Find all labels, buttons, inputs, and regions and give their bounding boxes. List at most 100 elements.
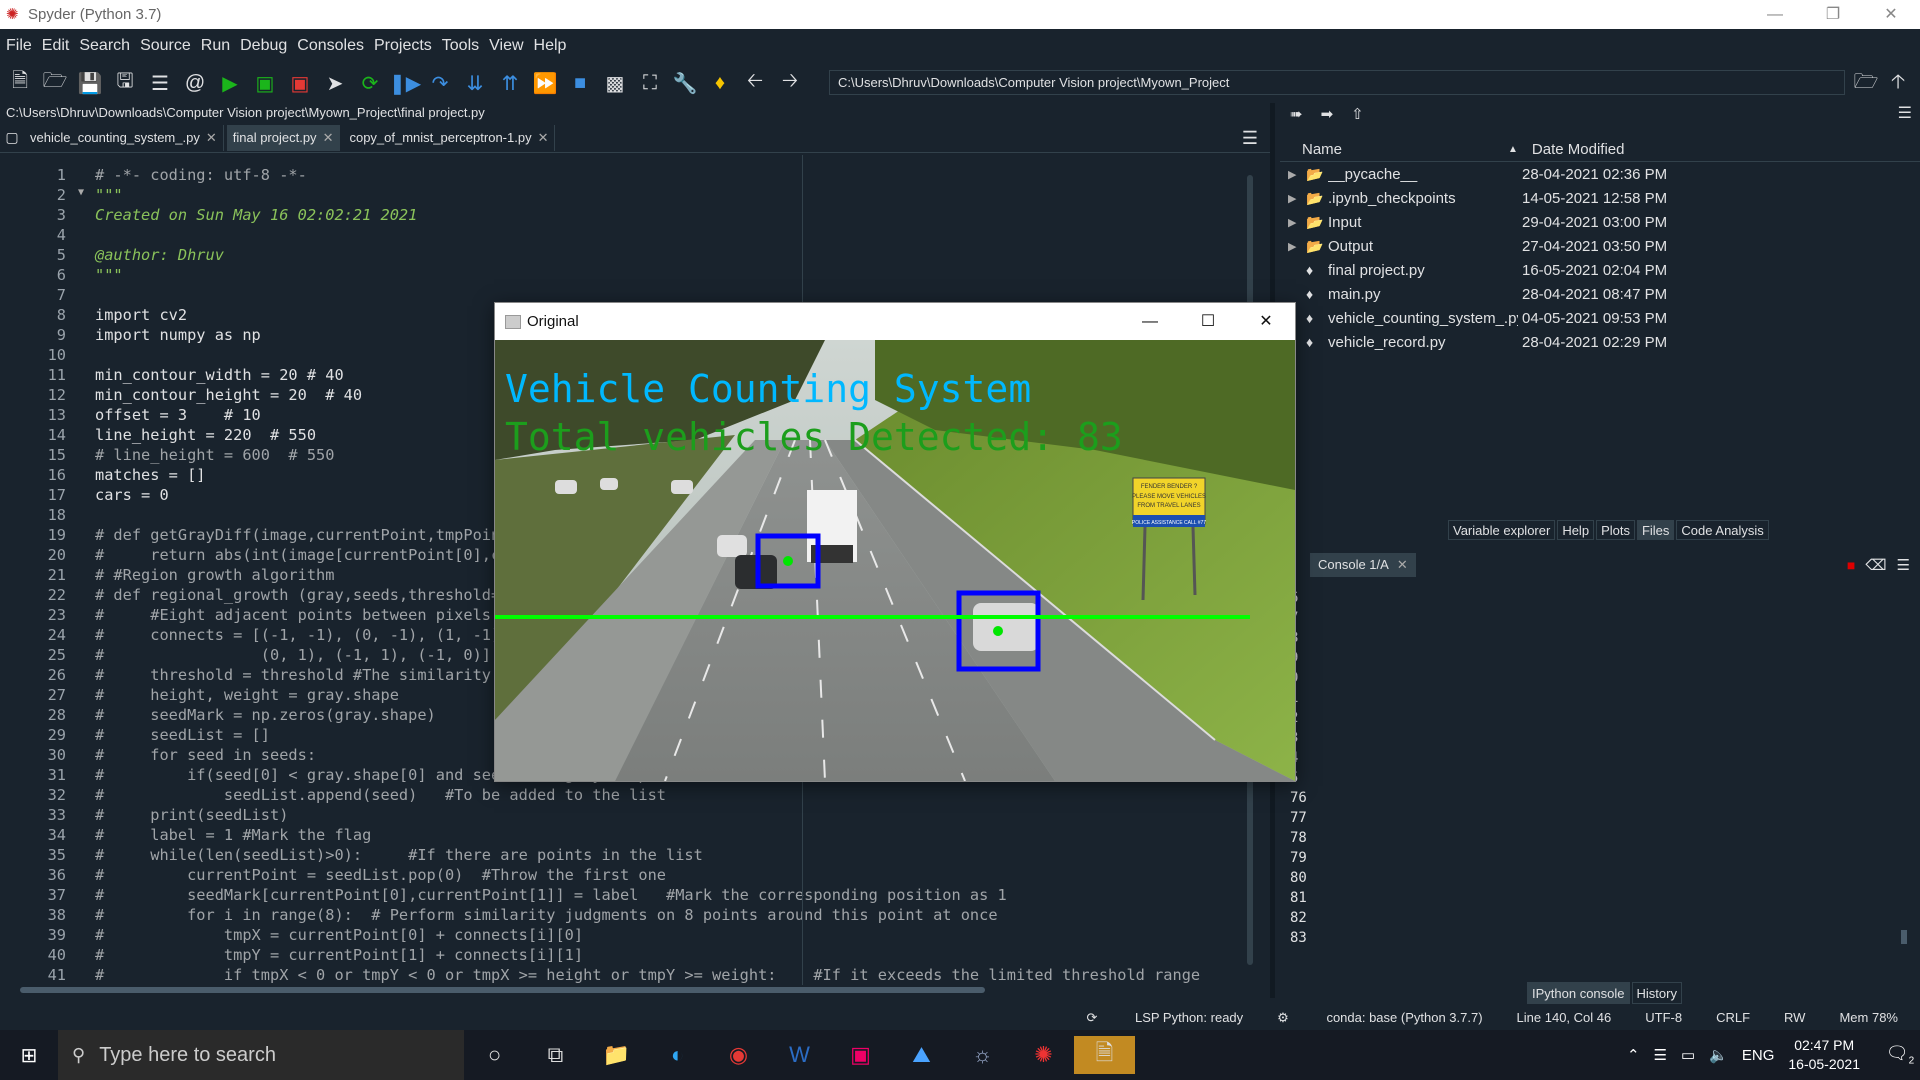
new-file-icon[interactable]: 🗎 <box>6 69 34 97</box>
console-tab[interactable]: Console 1/A ✕ <box>1310 553 1416 577</box>
file-explorer-icon[interactable]: 📁 <box>586 1042 647 1068</box>
minimize-button[interactable]: — <box>1746 0 1804 29</box>
editor-horizontal-scrollbar[interactable] <box>20 985 1240 995</box>
python-icon[interactable]: ♦ <box>706 69 734 97</box>
original-minimize-button[interactable]: — <box>1121 303 1179 340</box>
taskbar-search-box[interactable]: ⚲ Type here to search <box>58 1030 464 1080</box>
original-close-button[interactable]: ✕ <box>1237 303 1295 340</box>
task-view-icon[interactable]: ⧉ <box>525 1042 586 1068</box>
edge-icon[interactable]: ◐ <box>647 1042 708 1068</box>
files-up-icon[interactable]: ⇧ <box>1351 105 1364 123</box>
tab-help[interactable]: Help <box>1557 520 1595 540</box>
fold-icon[interactable]: ▼ <box>78 187 84 198</box>
file-row[interactable]: ▶ 📂 .ipynb_checkpoints 14-05-2021 12:58 PM <box>1280 186 1920 210</box>
expand-arrow-icon[interactable]: ▶ <box>1288 192 1300 205</box>
tab-mnist-perceptron[interactable]: copy_of_mnist_perceptron-1.py ✕ <box>343 124 556 151</box>
run-cell-icon[interactable]: ▣ <box>251 69 279 97</box>
notifications-icon[interactable]: 🗨2 <box>1880 1043 1920 1067</box>
chrome-icon[interactable]: ◉ <box>708 1042 769 1068</box>
interrupt-kernel-icon[interactable]: ■ <box>1847 557 1855 573</box>
menu-help[interactable]: Help <box>534 37 567 55</box>
step-icon[interactable]: ↷ <box>426 69 454 97</box>
col-date-header[interactable]: Date Modified <box>1524 141 1625 158</box>
tab-history[interactable]: History <box>1631 982 1682 1004</box>
expand-arrow-icon[interactable]: ▶ <box>1288 168 1300 181</box>
language-indicator[interactable]: ENG <box>1742 1047 1775 1064</box>
files-forward-icon[interactable]: ➡ <box>1321 105 1334 123</box>
stop-icon[interactable]: ■ <box>566 69 594 97</box>
at-icon[interactable]: @ <box>181 69 209 97</box>
opencv-original-window[interactable]: Original — ☐ ✕ FENDER BENDER ? PLEASE MO… <box>494 302 1296 782</box>
file-row[interactable]: ♦ main.py 28-04-2021 08:47 PM <box>1280 282 1920 306</box>
menu-projects[interactable]: Projects <box>374 37 432 55</box>
debug-icon[interactable]: ❚▶ <box>389 69 421 97</box>
save-icon[interactable]: 💾 <box>76 69 104 97</box>
fullscreen-icon[interactable]: ⛶ <box>636 69 664 97</box>
windows-start-icon[interactable]: ⊞ <box>0 1043 58 1068</box>
open-file-icon[interactable]: 🗁 <box>41 69 69 97</box>
wifi-icon[interactable]: ☰ <box>1654 1046 1667 1064</box>
files-back-icon[interactable]: ➠ <box>1290 105 1303 123</box>
working-directory-input[interactable]: C:\Users\Dhruv\Downloads\Computer Vision… <box>829 70 1845 95</box>
volume-icon[interactable]: 🔈 <box>1709 1046 1728 1064</box>
tab-code-analysis[interactable]: Code Analysis <box>1676 520 1769 540</box>
tab-ipython-console[interactable]: IPython console <box>1527 982 1630 1004</box>
run-cell-advance-icon[interactable]: ▣ <box>286 69 314 97</box>
tab-final-project[interactable]: final project.py ✕ <box>226 124 341 151</box>
app-icon[interactable]: ▣ <box>830 1042 891 1068</box>
tab-variable-explorer[interactable]: Variable explorer <box>1448 520 1556 540</box>
battery-icon[interactable]: ▭ <box>1681 1046 1695 1064</box>
back-arrow-icon[interactable]: 🡠 <box>741 69 769 97</box>
menu-source[interactable]: Source <box>140 37 191 55</box>
anaconda-icon[interactable]: ☼ <box>952 1042 1013 1068</box>
tab-plots[interactable]: Plots <box>1596 520 1635 540</box>
cortana-icon[interactable]: ○ <box>464 1042 525 1068</box>
file-row[interactable]: ♦ final project.py 16-05-2021 02:04 PM <box>1280 258 1920 282</box>
file-row[interactable]: ▶ 📂 __pycache__ 28-04-2021 02:36 PM <box>1280 162 1920 186</box>
close-tab-icon[interactable]: ✕ <box>323 130 334 145</box>
show-hidden-icons-icon[interactable]: ⌃ <box>1627 1046 1640 1064</box>
menu-debug[interactable]: Debug <box>240 37 287 55</box>
menu-edit[interactable]: Edit <box>42 37 70 55</box>
save-all-icon[interactable]: 🖫 <box>111 69 139 97</box>
col-name-header[interactable]: Name <box>1280 141 1522 158</box>
expand-arrow-icon[interactable]: ▶ <box>1288 216 1300 229</box>
file-row[interactable]: ♦ vehicle_counting_system_.py 04-05-2021 0… <box>1280 306 1920 330</box>
rerun-icon[interactable]: ⟳ <box>356 69 384 97</box>
original-maximize-button[interactable]: ☐ <box>1179 303 1237 340</box>
spyder-taskbar-icon[interactable]: ✺ <box>1013 1042 1074 1068</box>
continue-icon[interactable]: ⏩ <box>531 69 559 97</box>
menu-file[interactable]: File <box>6 37 32 55</box>
step-into-icon[interactable]: ⇊ <box>461 69 489 97</box>
menu-search[interactable]: Search <box>79 37 130 55</box>
list-icon[interactable]: ☰ <box>146 69 174 97</box>
menu-consoles[interactable]: Consoles <box>297 37 364 55</box>
opencv-window-taskbar-icon[interactable]: 🗎 <box>1074 1036 1135 1074</box>
step-return-icon[interactable]: ⇈ <box>496 69 524 97</box>
parent-directory-icon[interactable]: 🡡 <box>1882 67 1914 101</box>
file-row[interactable]: ♦ vehicle_record.py 28-04-2021 02:29 PM <box>1280 330 1920 354</box>
tab-files[interactable]: Files <box>1636 520 1675 540</box>
menu-view[interactable]: View <box>489 37 523 55</box>
close-tab-icon[interactable]: ✕ <box>538 130 549 145</box>
close-tab-icon[interactable]: ✕ <box>206 130 217 145</box>
tab-vehicle-counting[interactable]: vehicle_counting_system_.py ✕ <box>24 124 224 151</box>
maximize-pane-icon[interactable]: ▩ <box>601 69 629 97</box>
run-icon[interactable]: ▶ <box>216 69 244 97</box>
ipython-console[interactable]: 67890123457677787980818283 <box>1282 588 1882 968</box>
editor-options-icon[interactable]: ☰ <box>1242 128 1258 149</box>
restore-button[interactable]: ❐ <box>1804 0 1862 29</box>
clear-console-icon[interactable]: ⌫ <box>1865 556 1886 574</box>
file-row[interactable]: ▶ 📂 Input 29-04-2021 03:00 PM <box>1280 210 1920 234</box>
forward-arrow-icon[interactable]: 🡢 <box>776 69 804 97</box>
clock[interactable]: 02:47 PM 16-05-2021 <box>1788 1036 1860 1074</box>
file-row[interactable]: ▶ 📂 Output 27-04-2021 03:50 PM <box>1280 234 1920 258</box>
browse-folder-icon[interactable]: 🗁 <box>1850 67 1882 101</box>
wrench-icon[interactable]: 🔧 <box>671 69 699 97</box>
close-console-icon[interactable]: ✕ <box>1397 557 1408 572</box>
console-scrollbar[interactable] <box>1900 590 1908 950</box>
console-options-icon[interactable]: ☰ <box>1897 556 1910 574</box>
menu-run[interactable]: Run <box>201 37 230 55</box>
photos-icon[interactable]: ⛰ <box>891 1042 952 1068</box>
expand-arrow-icon[interactable]: ▶ <box>1288 240 1300 253</box>
